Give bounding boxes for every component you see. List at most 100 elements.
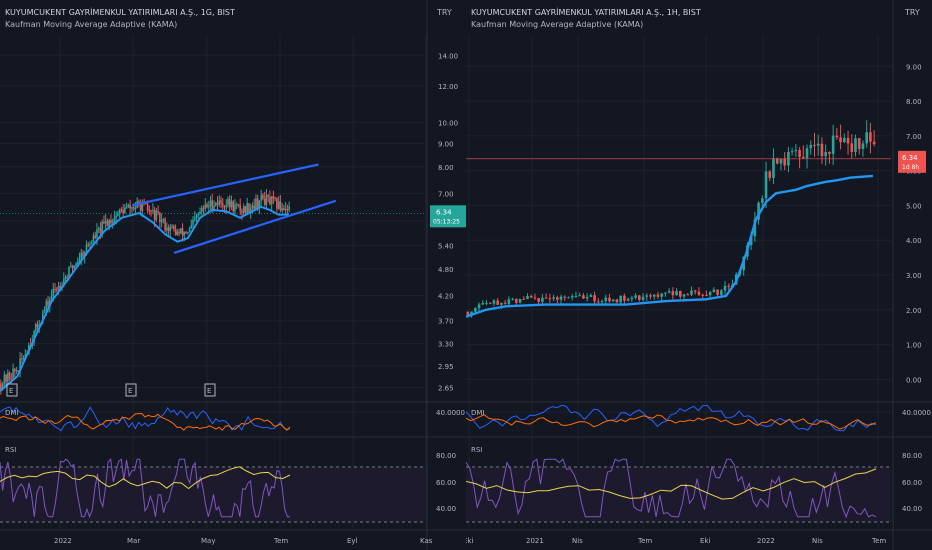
candle-body: [230, 201, 233, 208]
candle-body: [638, 295, 641, 300]
candle-body: [207, 206, 210, 208]
candle-body: [604, 297, 608, 302]
candle-body: [195, 215, 198, 219]
candle-body: [492, 300, 496, 304]
event-marker-label: E: [9, 387, 13, 395]
candle-body: [626, 298, 630, 301]
candle-body: [193, 218, 196, 220]
candle-body: [570, 296, 574, 298]
candle-body: [567, 297, 570, 299]
candle-body: [267, 195, 269, 198]
candle-body: [187, 232, 189, 234]
x-tick-label: 2021: [526, 537, 544, 545]
candle-body: [263, 198, 266, 205]
chart-title: KUYUMCUKENT GAYRİMENKUL YATIRIMLARI A.Ş.…: [5, 7, 235, 17]
candle-body: [690, 290, 693, 295]
candle-body: [705, 294, 708, 296]
x-tick-label: Tem: [273, 537, 288, 545]
candle-body: [68, 266, 70, 277]
candle-body: [237, 204, 240, 206]
candle-body: [548, 298, 552, 300]
candle-body: [723, 285, 727, 291]
rsi-tick-label: 40.00: [902, 505, 922, 513]
candle-body: [466, 311, 470, 315]
candle-body: [235, 204, 238, 206]
y-tick-label: 2.00: [906, 307, 922, 315]
y-tick-label: 0.00: [906, 376, 922, 384]
y-tick-label: 8.00: [906, 98, 922, 106]
dmi-tick-label: 40.0000: [436, 409, 465, 417]
candle-body: [110, 220, 112, 224]
y-tick-label: 5.40: [438, 242, 454, 250]
candle-body: [813, 144, 816, 146]
candle-body: [241, 210, 243, 213]
candle-body: [720, 290, 723, 295]
candle-body: [36, 323, 39, 327]
candle-body: [541, 297, 544, 302]
candle-body: [202, 207, 205, 209]
chart-daily-svg[interactable]: 14.0012.0010.009.008.007.006.105.404.804…: [0, 0, 466, 550]
candle-body: [153, 209, 156, 220]
candle-body: [664, 292, 667, 294]
candle-body: [129, 204, 131, 209]
candle-body: [277, 201, 280, 209]
candle-body: [47, 300, 49, 306]
candle-body: [578, 295, 581, 297]
candle-body: [802, 156, 805, 159]
candle-body: [3, 374, 6, 385]
candle-body: [485, 302, 488, 304]
candle-body: [64, 276, 67, 279]
candle-body: [115, 215, 117, 218]
candle-body: [574, 295, 578, 297]
x-tick-label: Eki: [466, 537, 473, 545]
y-tick-label: 3.70: [438, 318, 454, 326]
candle-body: [35, 323, 37, 331]
countdown-label: 05:13:25: [433, 218, 460, 225]
candle-body: [270, 196, 273, 205]
candle-body: [481, 302, 485, 305]
candle-body: [164, 219, 166, 231]
y-tick-label: 4.80: [438, 266, 454, 274]
candle-body: [537, 298, 540, 302]
candle-body: [671, 291, 675, 296]
candle-body: [171, 226, 173, 228]
candle-body: [211, 200, 214, 210]
candle-body: [8, 372, 11, 379]
chart-pane-daily[interactable]: 14.0012.0010.009.008.007.006.105.404.804…: [0, 0, 466, 550]
candle-body: [526, 295, 529, 300]
y-tick-label: 7.00: [438, 191, 454, 199]
y-tick-label: 9.00: [438, 140, 454, 148]
candle-body: [265, 195, 268, 205]
candle-body: [701, 294, 704, 296]
candle-body: [15, 370, 18, 372]
candle-body: [5, 374, 7, 382]
candle-body: [52, 288, 55, 297]
candle-body: [92, 235, 95, 243]
rsi-label: RSI: [5, 446, 16, 454]
candle-body: [288, 206, 290, 211]
currency-label: TRY: [904, 8, 920, 17]
chart-pane-weekly[interactable]: 9.008.007.006.005.004.003.002.001.000.00…: [466, 0, 932, 550]
candle-body: [200, 207, 203, 212]
candle-body: [181, 228, 184, 236]
candle-body: [559, 296, 563, 300]
candle-body: [69, 265, 72, 267]
x-tick-label: 2022: [54, 537, 72, 545]
candle-body: [805, 148, 809, 159]
x-tick-label: Kas: [420, 537, 433, 545]
candle-body: [660, 293, 663, 297]
candle-body: [477, 304, 481, 309]
candle-body: [131, 207, 133, 209]
candle-body: [623, 295, 626, 301]
chart-layout: 14.0012.0010.009.008.007.006.105.404.804…: [0, 0, 932, 550]
candle-body: [708, 292, 712, 296]
candle-body: [533, 297, 537, 299]
y-tick-label: 1.00: [906, 342, 922, 350]
y-tick-label: 5.00: [906, 202, 922, 210]
candle-body: [281, 208, 283, 211]
chart-weekly-svg[interactable]: 9.008.007.006.005.004.003.002.001.000.00…: [466, 0, 932, 550]
candle-body: [85, 244, 88, 253]
candle-body: [97, 228, 100, 230]
candle-body: [244, 206, 247, 213]
candle-body: [675, 291, 678, 296]
